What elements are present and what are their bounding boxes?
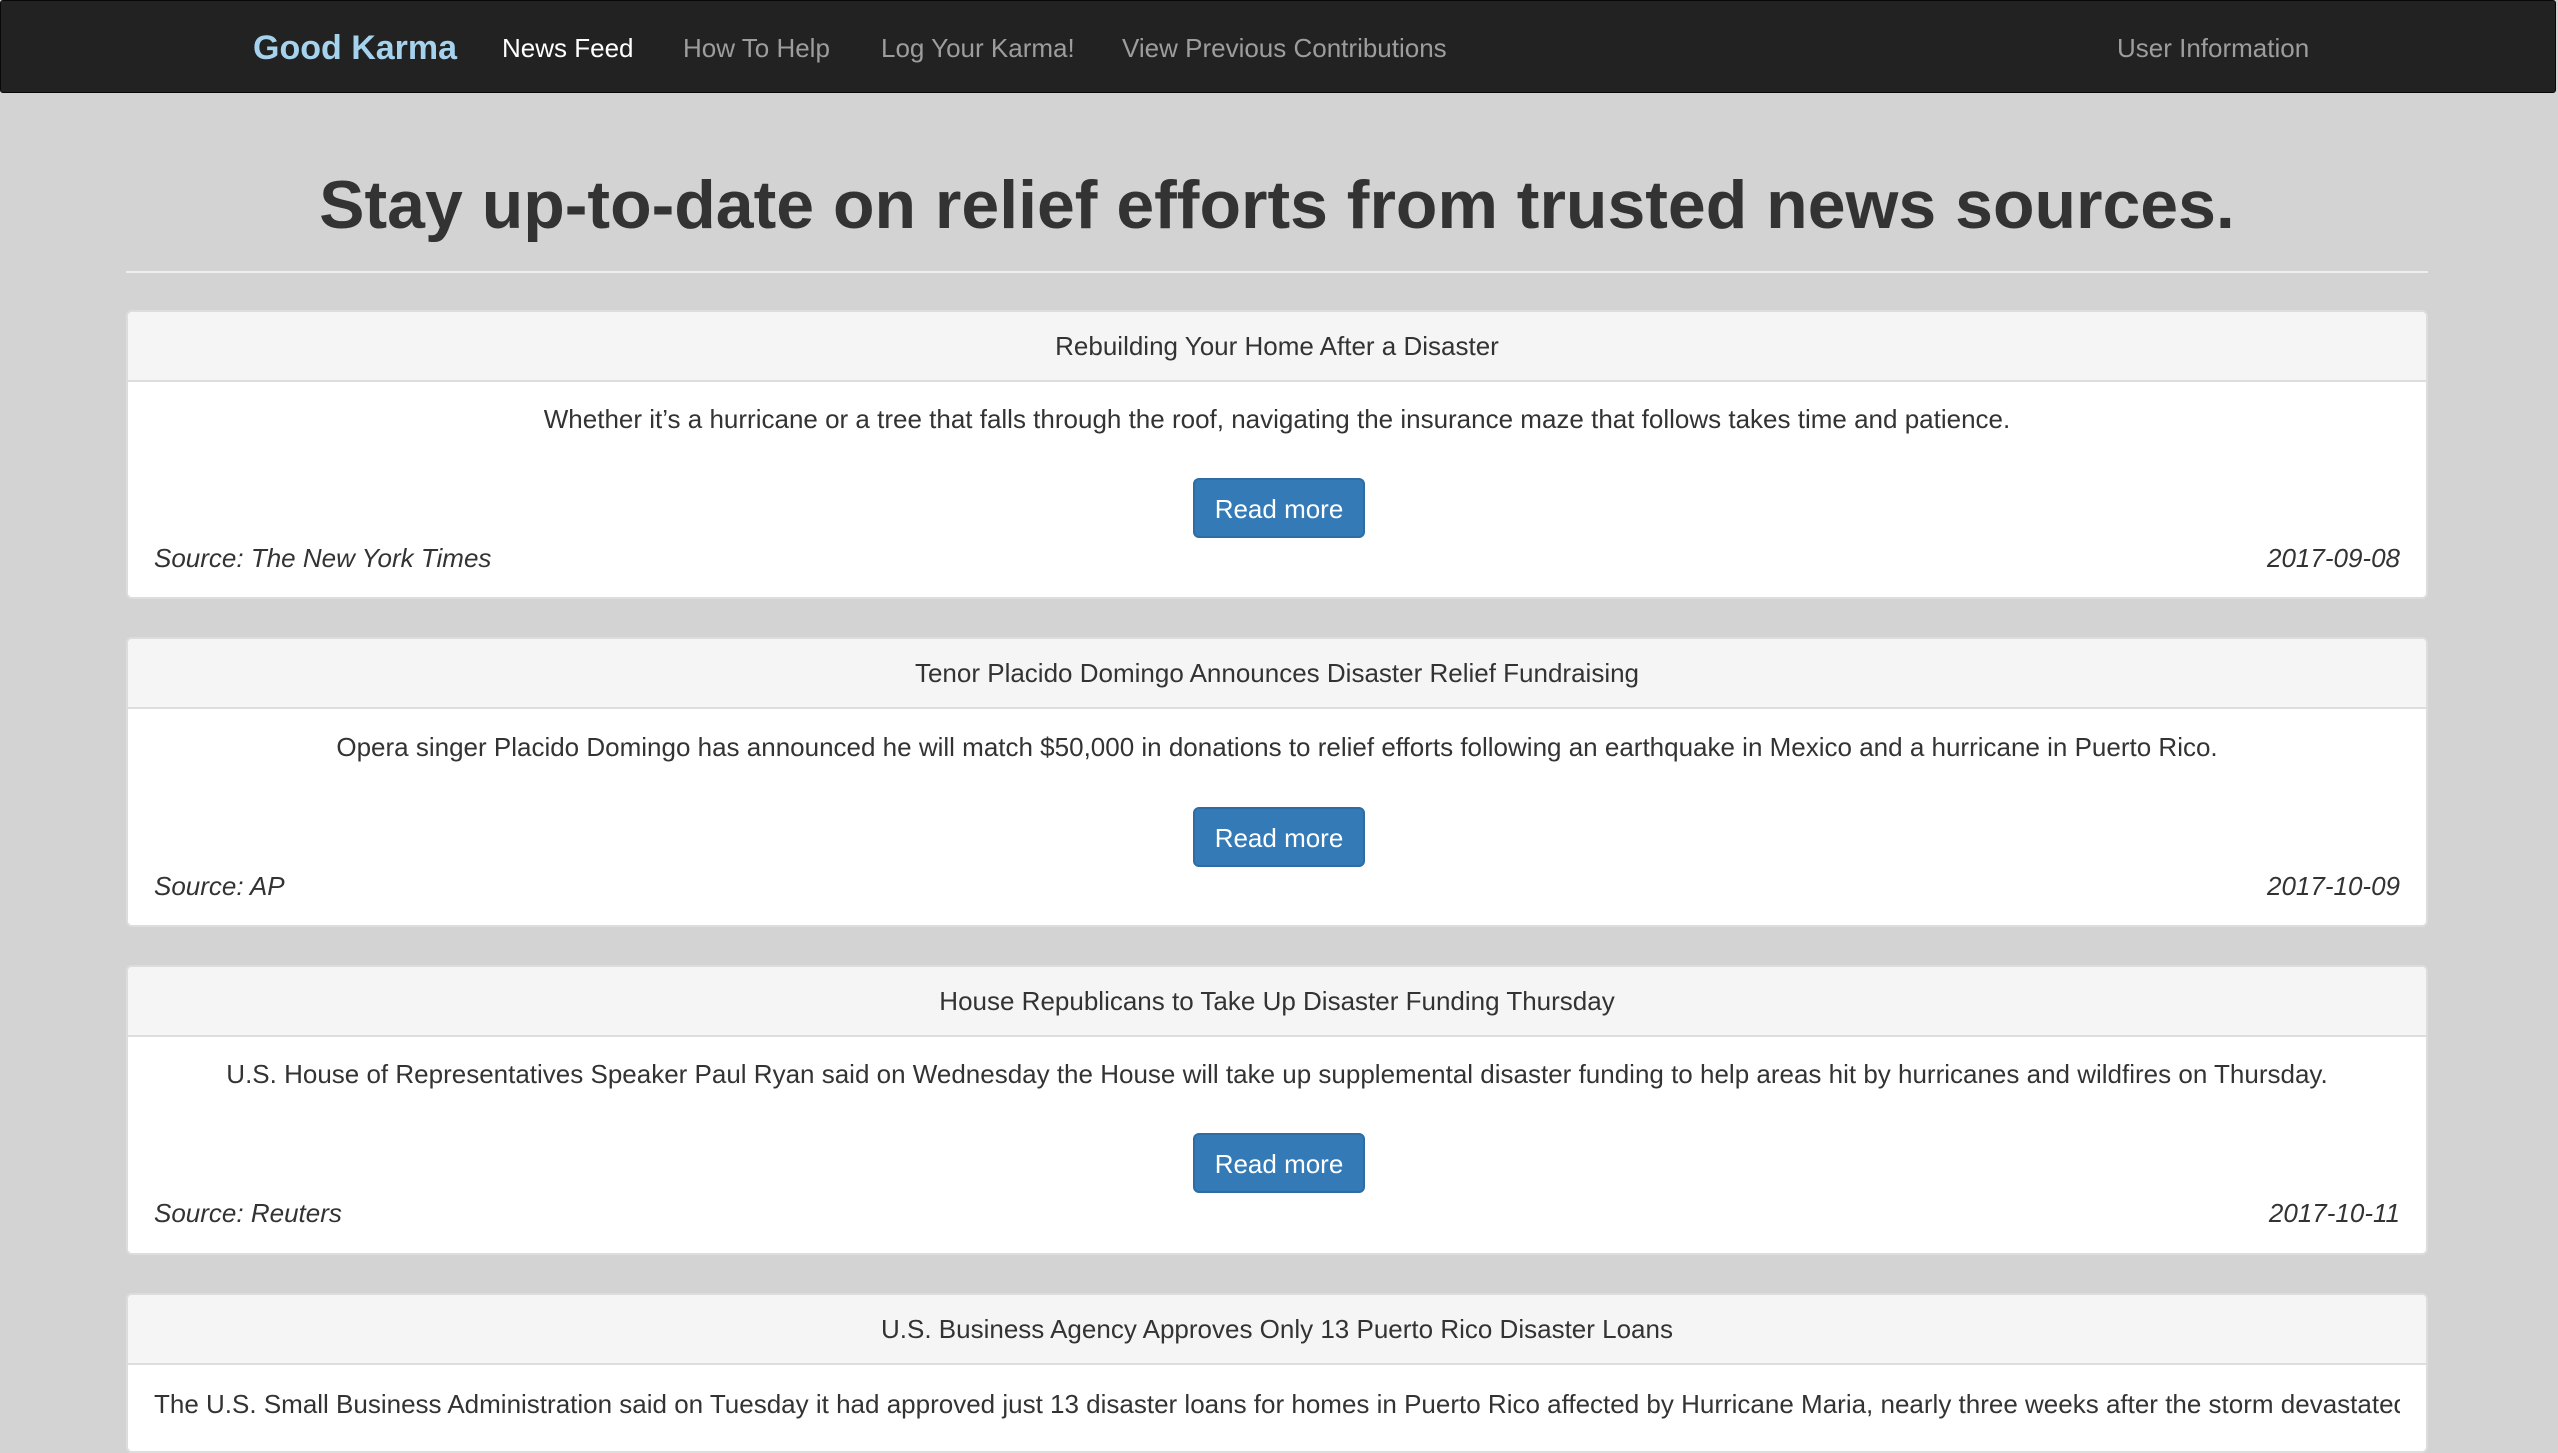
news-card-source: Source: Reuters [154,1198,342,1228]
news-card-summary: The U.S. Small Business Administration s… [154,1389,2400,1419]
news-card-source: Source: AP [154,871,285,901]
news-card-date: 2017-10-11 [2268,1198,2400,1228]
page-title: Stay up-to-date on relief efforts from t… [319,167,2235,243]
news-card: Tenor Placido Domingo Announces Disaster… [126,637,2428,927]
news-card: U.S. Business Agency Approves Only 13 Pu… [126,1293,2428,1453]
news-card-title: Rebuilding Your Home After a Disaster [128,312,2426,382]
news-card-title: House Republicans to Take Up Disaster Fu… [128,967,2426,1037]
news-card: House Republicans to Take Up Disaster Fu… [126,965,2428,1255]
news-card-summary: U.S. House of Representatives Speaker Pa… [226,1059,2328,1089]
read-more-button[interactable]: Read more [1193,1133,1365,1193]
nav-news-feed[interactable]: News Feed [502,1,634,94]
news-card-title: Tenor Placido Domingo Announces Disaster… [128,639,2426,709]
title-divider [126,271,2428,273]
news-card: Rebuilding Your Home After a Disaster Wh… [126,310,2428,599]
nav-log-your-karma[interactable]: Log Your Karma! [881,1,1075,94]
news-card-date: 2017-09-08 [2267,543,2400,573]
news-card-date: 2017-10-09 [2267,871,2400,901]
read-more-button[interactable]: Read more [1193,807,1365,867]
read-more-button[interactable]: Read more [1193,478,1365,538]
nav-how-to-help[interactable]: How To Help [683,1,830,94]
nav-user-information[interactable]: User Information [2117,1,2309,94]
news-card-summary: Whether it’s a hurricane or a tree that … [543,404,2011,434]
top-navbar: Good Karma News Feed How To Help Log You… [0,0,2556,93]
news-card-title: U.S. Business Agency Approves Only 13 Pu… [128,1295,2426,1365]
news-card-source: Source: The New York Times [154,543,492,573]
brand-logo-link[interactable]: Good Karma [253,1,457,94]
news-card-summary: Opera singer Placido Domingo has announc… [336,732,2218,762]
nav-view-previous-contributions[interactable]: View Previous Contributions [1122,1,1447,94]
